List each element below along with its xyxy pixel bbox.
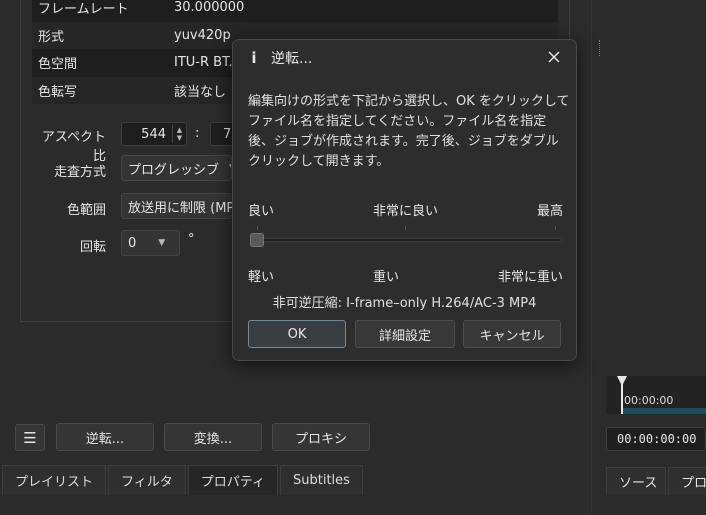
splitter-handle[interactable] [599,40,601,56]
advanced-button[interactable]: 詳細設定 [355,320,455,348]
rotation-value: 0 [128,235,137,251]
panel-divider [591,0,592,515]
dialog-title-bar: i 逆転... [233,40,576,76]
tab-project[interactable]: プロジェクト [668,467,706,495]
quality-slider-track[interactable] [252,238,562,242]
quality-labels-top: 良い 非常に良い 最高 [248,200,563,219]
slider-tick [555,226,556,230]
spin-arrows-icon[interactable]: ▲ ▼ [172,125,186,143]
rotation-dropdown[interactable]: 0 ▼ [121,230,180,256]
color-range-dropdown[interactable]: 放送用に制限 (MPEG) [121,193,232,219]
color-range-value: 放送用に制限 (MPEG) [128,200,232,216]
property-value: 30.000000 [174,0,245,16]
quality-slider-handle[interactable] [250,233,264,247]
aspect-separator: : [195,126,200,141]
slider-tick [257,226,258,230]
scan-mode-dropdown[interactable]: プログレッシブ ▼ [121,155,232,181]
tab-filters[interactable]: フィルタ [108,465,186,495]
menu-button[interactable]: ☰ [15,424,45,451]
chevron-down-icon: ▼ [158,238,166,248]
quality-best-label: 最高 [536,204,563,219]
size-heavy-label: 重い [372,270,399,285]
quality-very-good-label: 非常に良い [372,204,438,219]
aspect-ratio-label: アスペクト比 [41,130,106,164]
aspect-width-value: 544 [141,126,166,142]
scan-mode-label: 走査方式 [53,165,106,180]
tab-source[interactable]: ソース [606,467,666,495]
property-key: フレームレート [38,2,129,18]
timecode-field[interactable]: 00:00:00:00 [606,427,706,451]
tab-playlist[interactable]: プレイリスト [2,465,107,495]
slider-tick [405,226,406,230]
reverse-dialog: i 逆転... 編集向けの形式を下記から選択し、OK をクリックしてファイル名を… [232,39,577,361]
playhead-line [621,384,623,414]
property-key: 形式 [38,29,65,45]
quality-good-label: 良い [248,204,275,219]
ok-button[interactable]: OK [248,320,346,348]
convert-button[interactable]: 変換... [164,423,262,451]
property-key: 色転写 [38,84,78,100]
ruler-time: 00:00:00 [624,394,674,407]
aspect-height-spinbox[interactable]: 70 [210,122,240,146]
reverse-button[interactable]: 逆転... [56,423,154,451]
dialog-title: 逆転... [271,51,313,67]
color-range-label: 色範囲 [66,203,106,218]
bottom-tab-bar: プレイリスト フィルタ プロパティ Subtitles [2,465,365,495]
cancel-button[interactable]: キャンセル [463,320,561,348]
proxy-button[interactable]: プロキシ [272,423,370,451]
tab-properties[interactable]: プロパティ [187,465,278,495]
size-light-label: 軽い [248,270,275,285]
info-icon: i [251,49,257,67]
codec-description: 非可逆圧縮: I-frame–only H.264/AC-3 MP4 [272,296,537,311]
close-icon[interactable] [546,49,562,65]
hamburger-icon: ☰ [23,428,37,447]
timeline-clip [622,408,706,414]
rotation-label: 回転 [79,240,106,255]
quality-labels-bottom: 軽い 重い 非常に重い [248,266,563,285]
table-row: フレームレート 30.000000 [32,0,558,22]
size-very-heavy-label: 非常に重い [497,270,563,285]
timecode-value: 00:00:00:00 [617,432,697,446]
property-key: 色空間 [38,57,78,73]
scan-mode-value: プログレッシブ [128,162,220,178]
dialog-description: 編集向けの形式を下記から選択し、OK をクリックしてファイル名を指定してください… [248,94,570,169]
tab-subtitles[interactable]: Subtitles [280,465,363,495]
aspect-width-spinbox[interactable]: 544 ▲ ▼ [121,122,187,146]
rotation-unit: ° [188,232,195,247]
